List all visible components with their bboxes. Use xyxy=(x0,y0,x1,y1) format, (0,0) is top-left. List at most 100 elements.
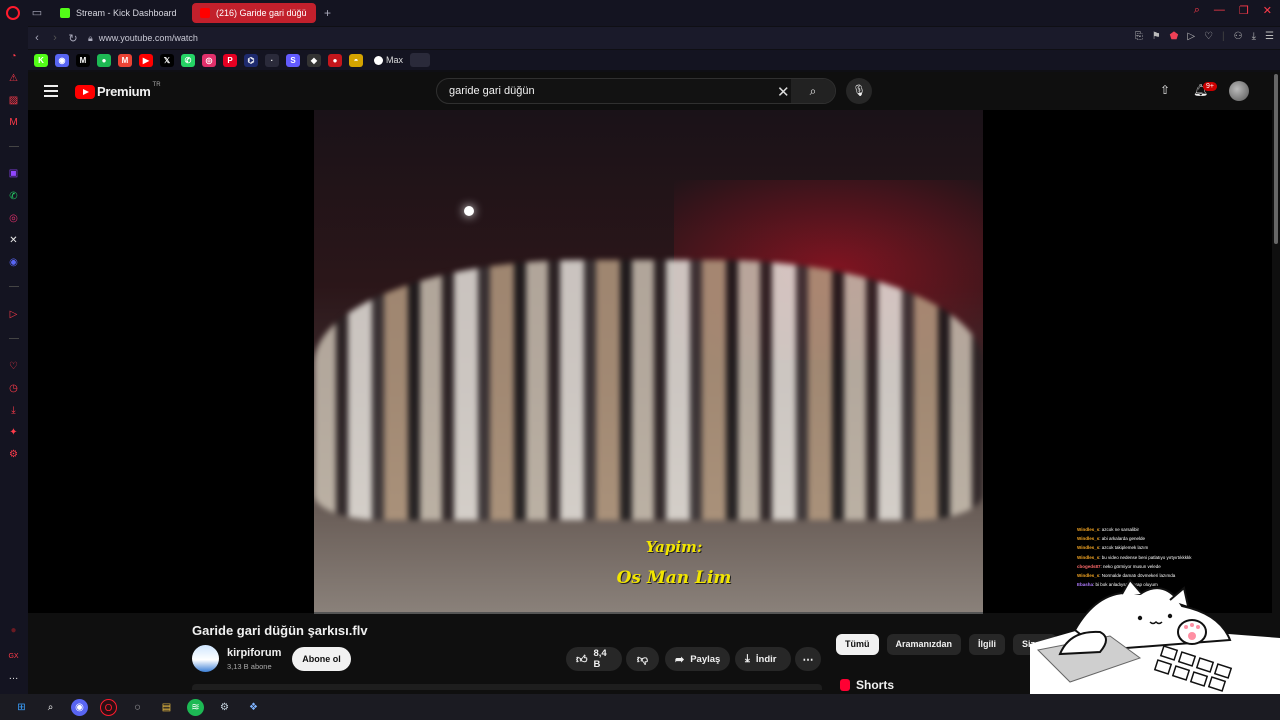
tab-label: (216) Garide gari düğü xyxy=(216,8,306,18)
bookmark-max[interactable]: Max xyxy=(374,55,403,65)
flow-icon[interactable]: ▷ xyxy=(1187,31,1195,42)
opera-gx-icon[interactable]: O xyxy=(100,698,117,716)
search-input[interactable]: garide gari düğün xyxy=(449,85,535,97)
bookmark-blank[interactable] xyxy=(410,53,431,67)
tab-youtube[interactable]: (216) Garide gari düğü xyxy=(192,3,316,23)
search-box[interactable]: garide gari düğün ✕ ⌕ xyxy=(436,78,836,104)
more-actions-button[interactable]: ⋯ xyxy=(795,647,821,671)
x-icon[interactable]: ✕ xyxy=(7,234,20,247)
instagram-icon[interactable]: ◎ xyxy=(7,212,20,225)
menu-icon[interactable] xyxy=(44,85,58,100)
player-icon[interactable]: ▷ xyxy=(7,308,20,321)
share-button[interactable]: ➦ Paylaş xyxy=(665,647,730,671)
whatsapp-icon[interactable]: ✆ xyxy=(7,190,20,203)
search-tabs-icon[interactable]: ⌕ xyxy=(1194,4,1200,17)
back-icon[interactable]: ‹ xyxy=(28,32,46,44)
lock-icon[interactable]: 🔒︎ xyxy=(88,33,93,44)
settings-icon[interactable]: ⚙ xyxy=(7,448,20,461)
opera-logo-icon[interactable] xyxy=(6,6,20,20)
subscribe-button[interactable]: Abone ol xyxy=(292,647,351,671)
file-explorer-icon[interactable]: ▤ xyxy=(158,699,175,716)
bookmark-icon[interactable]: ● xyxy=(328,53,342,67)
steam-icon[interactable]: ⚙ xyxy=(216,699,233,716)
bookmark-icon[interactable]: ◓ xyxy=(349,53,363,67)
spotify-icon[interactable]: ● xyxy=(97,53,111,67)
youtube-icon[interactable]: ▶ xyxy=(139,53,153,67)
dislike-button[interactable]: 👎︎ xyxy=(626,647,659,671)
close-icon[interactable]: ✕ xyxy=(1263,4,1272,17)
chat-text: : neko görmiyor musun velede xyxy=(1100,563,1161,569)
aria-icon[interactable]: ◔ xyxy=(7,50,20,63)
progress-bar[interactable] xyxy=(314,612,983,614)
app-icon[interactable]: ❖ xyxy=(245,699,262,716)
channel-avatar[interactable] xyxy=(192,645,219,672)
chip-all[interactable]: Tümü xyxy=(836,634,879,655)
x-icon[interactable]: 𝕏 xyxy=(160,53,174,67)
twitch-icon[interactable]: ▣ xyxy=(7,167,20,180)
voice-search-button[interactable]: 🎙︎ xyxy=(846,78,872,104)
spotify-icon[interactable]: ≋ xyxy=(187,698,204,716)
restore-icon[interactable]: ❐ xyxy=(1239,4,1249,17)
new-tab-button[interactable]: + xyxy=(324,6,331,20)
pocket-icon[interactable]: ⬟ xyxy=(1170,31,1179,42)
url-field[interactable]: www.youtube.com/watch xyxy=(99,33,198,43)
clear-search-icon[interactable]: ✕ xyxy=(777,83,790,101)
chip-related[interactable]: İlgili xyxy=(969,634,1006,655)
description-box[interactable] xyxy=(192,684,822,690)
download-icon: ⤓ xyxy=(745,652,750,665)
gmail-icon[interactable]: M xyxy=(118,53,132,67)
chip-from-search[interactable]: Aramanızdan xyxy=(886,634,962,655)
gx-ambient-icon[interactable]: ● xyxy=(7,624,20,637)
extensions-icon[interactable]: ✦ xyxy=(7,426,20,439)
gx-control-icon[interactable]: ⚠ xyxy=(7,72,20,85)
chat-message: Windles_s: azcok takiplemek lazım xyxy=(1077,543,1277,552)
more-icon[interactable]: … xyxy=(7,670,20,683)
account-icon[interactable]: ⚇ xyxy=(1234,31,1243,42)
tab-strip: ▭ Stream - Kick Dashboard (216) Garide g… xyxy=(0,0,1280,26)
medium-icon[interactable]: M xyxy=(76,53,90,67)
discord-icon[interactable]: ◉ xyxy=(55,53,69,67)
music-icon[interactable]: M xyxy=(7,116,20,129)
reload-icon[interactable]: ↻ xyxy=(64,32,82,45)
forward-icon[interactable]: › xyxy=(46,32,64,44)
channel-name[interactable]: kirpiforum xyxy=(227,647,281,659)
windows-start-icon[interactable]: ⊞ xyxy=(13,699,30,716)
subscriber-count: 3,13 B abone xyxy=(227,662,272,671)
upload-icon[interactable]: ⇧ xyxy=(1160,83,1170,97)
search-icon[interactable]: ⌕ xyxy=(42,699,59,716)
masthead: Premium TR garide gari düğün ✕ ⌕ 🎙︎ ⇧ 🔔︎… xyxy=(28,72,1280,110)
stripe-icon[interactable]: S xyxy=(286,53,300,67)
minimize-icon[interactable]: — xyxy=(1214,4,1225,17)
video-player[interactable]: Yapim: Os Man Lim Windles_s: azcok ne sa… xyxy=(28,110,1272,614)
kick-icon[interactable]: K xyxy=(34,53,48,67)
bookmark-icon[interactable]: ⌬ xyxy=(244,53,258,67)
tab-islands-icon[interactable]: ▭ xyxy=(30,7,44,19)
pinterest-icon[interactable]: P xyxy=(223,53,237,67)
tab-kick-dashboard[interactable]: Stream - Kick Dashboard xyxy=(52,3,188,23)
downloads-icon[interactable]: ⤓ xyxy=(7,404,20,417)
search-button[interactable]: ⌕ xyxy=(791,79,835,103)
like-button[interactable]: 👍︎ 8,4 B xyxy=(566,647,622,671)
instagram-icon[interactable]: ◎ xyxy=(202,53,216,67)
youtube-logo[interactable]: Premium TR xyxy=(75,82,161,99)
chat-text: : bu video nedense beni patlatıyo yırtyı… xyxy=(1099,554,1192,560)
bookmark-page-icon[interactable]: ⚑ xyxy=(1152,31,1161,42)
discord-icon[interactable]: ◉ xyxy=(7,256,20,269)
downloads-icon[interactable]: ⤓ xyxy=(1252,31,1256,42)
whatsapp-icon[interactable]: ✆ xyxy=(181,53,195,67)
gx-corner-icon[interactable]: ▨ xyxy=(7,94,20,107)
discord-icon[interactable]: ◉ xyxy=(71,698,88,716)
shorts-icon xyxy=(840,679,850,691)
bookmark-icon[interactable]: · xyxy=(265,53,279,67)
menu-icon[interactable]: ☰ xyxy=(1265,31,1274,42)
app-icon[interactable]: ◌ xyxy=(129,699,146,716)
history-icon[interactable]: ◷ xyxy=(7,382,20,395)
video-frame[interactable]: Yapim: Os Man Lim xyxy=(314,110,983,613)
avatar[interactable] xyxy=(1229,81,1249,101)
heart-icon[interactable]: ♡ xyxy=(1204,31,1213,42)
download-button[interactable]: ⤓ İndir xyxy=(735,647,791,671)
video-caption: Os Man Lim xyxy=(616,568,732,588)
snapshot-icon[interactable]: ⎘ xyxy=(1135,31,1143,42)
bookmark-icon[interactable]: ◆ xyxy=(307,53,321,67)
heart-icon[interactable]: ♡ xyxy=(7,360,20,373)
